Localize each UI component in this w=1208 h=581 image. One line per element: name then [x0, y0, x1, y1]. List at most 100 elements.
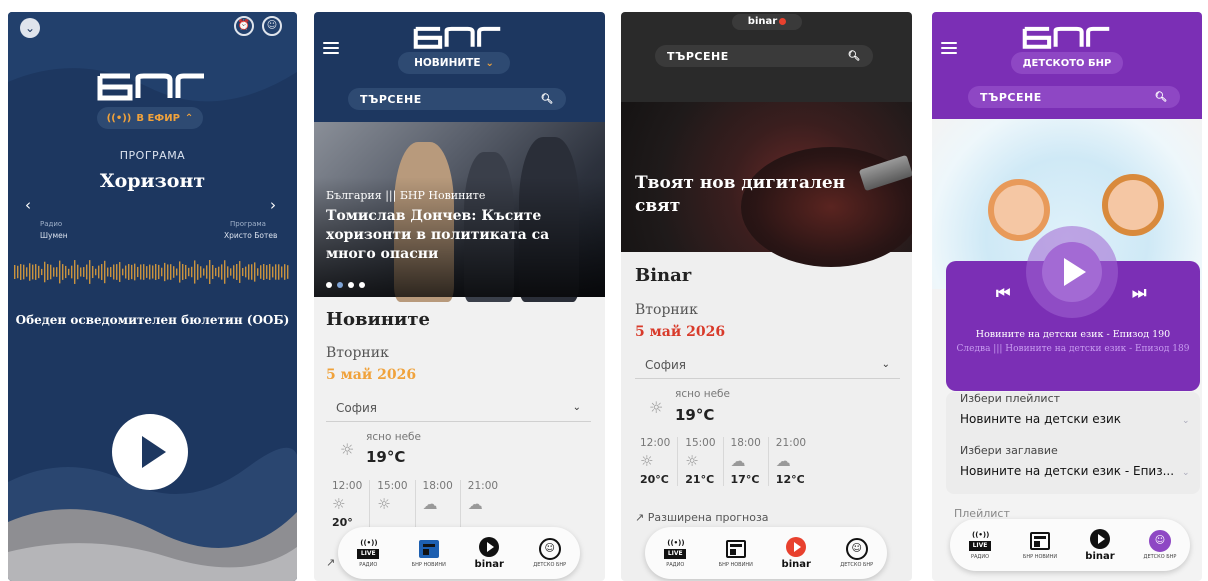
waveform-bar — [38, 265, 40, 279]
alarm-icon[interactable]: ⏰ — [234, 16, 254, 36]
hero-news-image[interactable]: България ||| БНР Новините Томислав Донче… — [314, 122, 605, 302]
nav-radio[interactable]: ((•)) LIVE РАДИО — [957, 530, 1003, 560]
up-next-title: Следва ||| Новините на детски език - Епи… — [956, 344, 1190, 354]
waveform-bar — [29, 263, 31, 281]
news-headline[interactable]: Томислав Дончев: Късите хоризонти в поли… — [326, 207, 596, 264]
nav-radio[interactable]: ((•)) LIVE РАДИО — [652, 538, 698, 568]
next-station-arrow-icon[interactable]: › — [270, 196, 276, 214]
menu-icon[interactable] — [323, 42, 339, 54]
binar-play-icon — [1090, 529, 1110, 549]
waveform-bar — [59, 260, 61, 284]
search-icon: 🔍︎ — [540, 93, 554, 105]
prev-station-label: Радио — [40, 220, 63, 228]
waveform-bar — [275, 264, 277, 280]
news-icon — [418, 540, 439, 558]
kids-screen: ДЕТСКОТО БНР ТЪРСЕНЕ 🔍︎ ⏮ ⏭ Новините на … — [932, 12, 1202, 581]
nav-kids[interactable]: ☺ ДЕТСКО БНР — [527, 538, 573, 568]
prev-station-arrow-icon[interactable]: ‹ — [25, 196, 31, 214]
waveform-bar — [230, 268, 232, 276]
waveform-bar — [134, 263, 136, 281]
nav-binar[interactable]: binar — [773, 536, 819, 570]
waveform-bar — [104, 260, 106, 284]
carousel-dot[interactable] — [337, 282, 343, 288]
live-radio-icon: ((•)) LIVE — [357, 539, 380, 559]
nav-kids[interactable]: ☺ ДЕТСКО БНР — [834, 538, 880, 568]
external-link-icon: ↗ — [635, 511, 648, 524]
waveform-bar — [158, 264, 160, 280]
profile-icon[interactable]: ☺ — [262, 16, 282, 36]
search-input[interactable]: ТЪРСЕНЕ 🔍︎ — [655, 45, 873, 67]
next-station-value[interactable]: Христо Ботев — [224, 231, 277, 240]
section-selector[interactable]: НОВИНИТЕ ⌄ — [398, 52, 510, 74]
carousel-dots[interactable] — [326, 282, 365, 288]
on-air-toggle[interactable]: ((•)) В ЕФИР ⌃ — [97, 107, 203, 129]
title-select[interactable]: Новините на детски език - Епиз... — [960, 464, 1174, 478]
waveform-bar — [191, 266, 193, 278]
search-placeholder: ТЪРСЕНЕ — [667, 49, 729, 63]
kids-face-icon: ☺ — [845, 538, 868, 560]
weekday: Вторник — [326, 345, 389, 361]
news-screen: НОВИНИТЕ ⌄ ТЪРСЕНЕ 🔍︎ България ||| БНР Н… — [314, 12, 605, 581]
waveform-bar — [146, 266, 148, 278]
search-input[interactable]: ТЪРСЕНЕ 🔍︎ — [968, 86, 1180, 108]
nav-news[interactable]: БНР НОВИНИ — [713, 538, 759, 568]
carousel-dot[interactable] — [348, 282, 354, 288]
chevron-down-icon: ⌄ — [572, 402, 581, 413]
nav-radio[interactable]: ((•)) LIVE РАДИО — [345, 538, 391, 568]
carousel-dot[interactable] — [359, 282, 365, 288]
prev-station-value[interactable]: Шумен — [40, 231, 68, 240]
waveform-bar — [197, 264, 199, 280]
playlist-picker-panel: Избери плейлист Новините на детски език … — [946, 392, 1200, 494]
collapse-chevron-icon[interactable]: ⌄ — [20, 18, 40, 38]
external-link-icon[interactable]: ↗ — [326, 556, 335, 569]
waveform-bar — [101, 264, 103, 280]
city-select[interactable]: София ⌄ — [326, 394, 591, 422]
waveform-bar — [20, 264, 22, 280]
waveform-bar — [218, 266, 220, 278]
carousel-dot[interactable] — [326, 282, 332, 288]
hero-vinyl-image[interactable]: Твоят нов дигитален свят — [621, 102, 912, 267]
waveform-bar — [245, 266, 247, 278]
waveform-bar — [203, 268, 205, 276]
nav-binar[interactable]: binar — [1077, 528, 1123, 562]
waveform-bar — [77, 264, 79, 280]
news-icon — [725, 540, 746, 558]
city-select[interactable]: София ⌄ — [635, 351, 900, 379]
nav-kids[interactable]: ☺ ДЕТСКО БНР — [1137, 530, 1183, 560]
play-button[interactable] — [112, 414, 188, 490]
waveform-bar — [287, 265, 289, 279]
section-selector[interactable]: ДЕТСКОТО БНР — [1011, 52, 1123, 74]
forecast-hour: 12:00 ☼ 20°C — [640, 437, 671, 486]
playlist-select[interactable]: Новините на детски език — [960, 412, 1121, 426]
waveform-bar — [269, 264, 271, 280]
previous-track-icon[interactable]: ⏮ — [996, 283, 1010, 303]
play-button[interactable] — [1042, 242, 1102, 302]
nav-binar[interactable]: binar — [466, 536, 512, 570]
sun-icon: ☼ — [340, 440, 355, 459]
waveform-bar — [32, 264, 34, 280]
weather-now-temp: 19°C — [675, 406, 715, 424]
bottom-navbar: ((•)) LIVE РАДИО БНР НОВИНИ binar ☺ ДЕТСКО … — [950, 519, 1190, 571]
nav-news[interactable]: БНР НОВИНИ — [1017, 530, 1063, 560]
kids-face-icon: ☺ — [1149, 530, 1171, 552]
waveform-bar — [248, 264, 250, 280]
search-placeholder: ТЪРСЕНЕ — [980, 90, 1042, 104]
weekday: Вторник — [635, 302, 698, 318]
waveform-bar — [194, 260, 196, 284]
waveform-bar — [242, 267, 244, 277]
waveform-bar — [107, 267, 109, 277]
waveform-bar — [137, 266, 139, 278]
menu-icon[interactable] — [941, 42, 957, 54]
section-title: Новините — [326, 309, 431, 330]
waveform-bar — [260, 265, 262, 279]
now-playing-title: Новините на детски език - Епизод 190 — [975, 329, 1171, 340]
search-input[interactable]: ТЪРСЕНЕ 🔍︎ — [348, 88, 566, 110]
next-track-icon[interactable]: ⏭ — [1132, 283, 1146, 303]
waveform-bar — [65, 265, 67, 279]
nav-news[interactable]: БНР НОВИНИ — [406, 538, 452, 568]
moon-cloud-icon: ☁ — [730, 452, 746, 470]
waveform-bar — [224, 260, 226, 284]
forecast-hour: 21:00 ☁ — [459, 480, 505, 529]
extended-forecast-link[interactable]: ↗ Разширена прогноза — [635, 511, 769, 524]
current-show-title: Обеден осведомителен бюлетин (ООБ) — [15, 313, 290, 327]
